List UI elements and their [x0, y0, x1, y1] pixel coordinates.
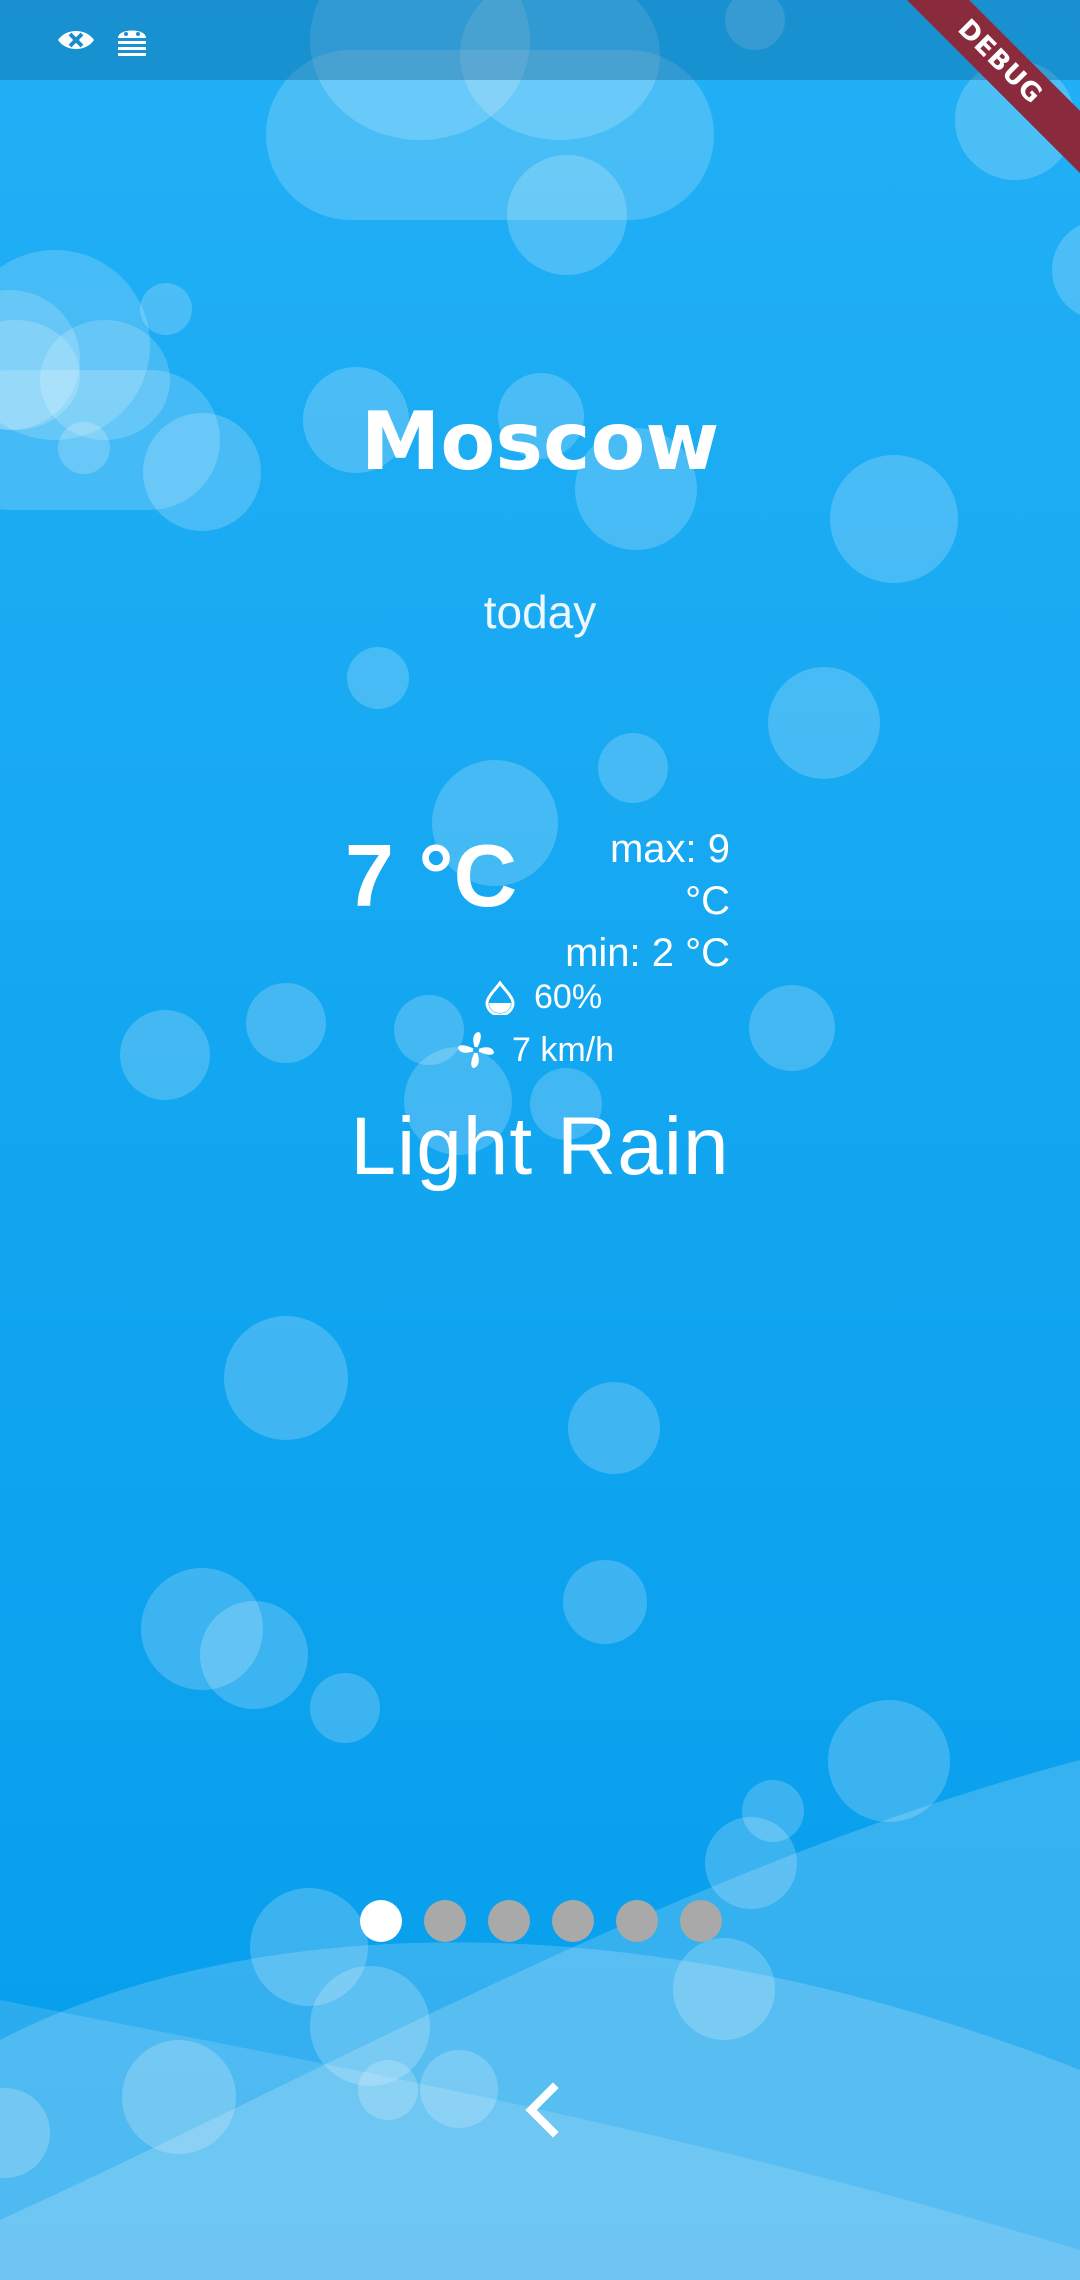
no-signal-icon	[56, 22, 96, 58]
page-dot[interactable]	[616, 1900, 658, 1942]
page-dot[interactable]	[488, 1900, 530, 1942]
humidity-row: 60%	[484, 978, 602, 1017]
humidity-value: 60%	[534, 978, 603, 1016]
current-temperature: 7 °C	[345, 826, 518, 925]
temperature-range: max: 9 °C min: 2 °C	[555, 823, 730, 979]
page-dot[interactable]	[360, 1900, 402, 1942]
android-debug-icon	[112, 22, 152, 58]
fan-icon	[456, 1030, 496, 1070]
page-indicator	[360, 1900, 722, 1942]
max-temperature: max: 9 °C	[609, 827, 730, 923]
back-button[interactable]	[515, 2080, 571, 2140]
page-dot[interactable]	[424, 1900, 466, 1942]
page-dot[interactable]	[552, 1900, 594, 1942]
chevron-left-icon	[525, 2082, 559, 2138]
city-name: Moscow	[360, 395, 720, 488]
weather-condition: Light Rain	[350, 1101, 730, 1192]
wind-row: 7 km/h	[456, 1030, 614, 1070]
day-label: today	[483, 586, 597, 638]
page-dot[interactable]	[680, 1900, 722, 1942]
min-temperature: min: 2 °C	[565, 931, 730, 975]
water-drop-icon	[484, 979, 516, 1016]
weather-screen: Moscow today 7 °C max: 9 °C min: 2 °C 60…	[0, 0, 1080, 2280]
wind-value: 7 km/h	[512, 1030, 615, 1069]
